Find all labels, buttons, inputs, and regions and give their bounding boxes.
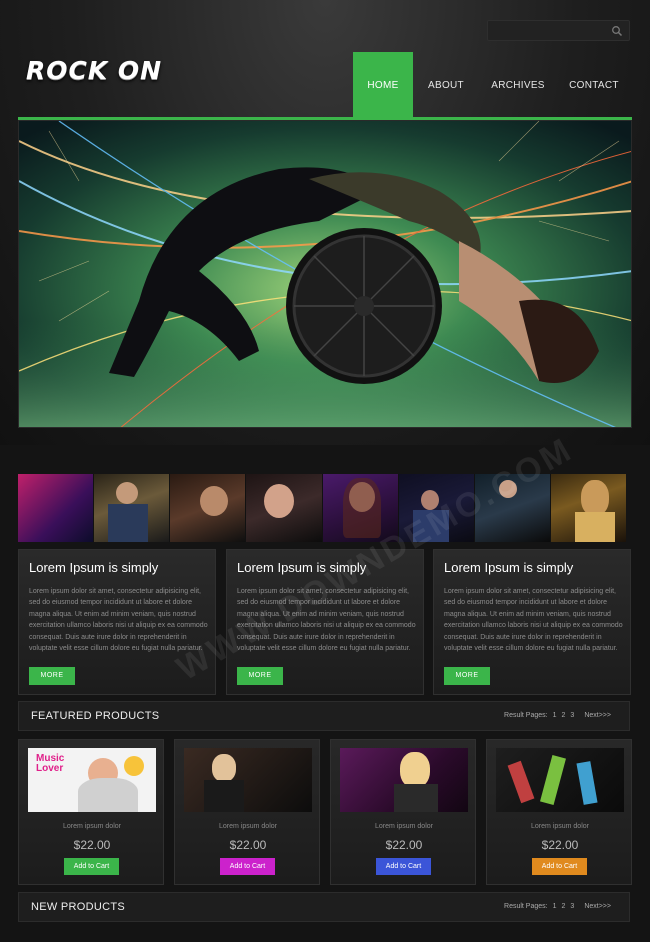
product-image[interactable] [496,748,624,812]
product-card: Music Lover Lorem ipsum dolor $22.00 Add… [18,739,164,885]
site-header: ROCK ON HOME ABOUT ARCHIVES CONTACT [0,0,650,445]
product-card: Lorem ipsum dolor $22.00 Add to Cart [486,739,632,885]
feature-card-title: Lorem Ipsum is simply [29,560,159,575]
page-link[interactable]: 2 [562,903,566,910]
product-price: $22.00 [541,838,579,852]
feature-card-body: Lorem ipsum dolor sit amet, consectetur … [444,588,623,653]
thumbnail-image[interactable] [94,474,171,542]
pager-label: Result Pages: [504,712,548,719]
thumbnail-image[interactable] [170,474,247,542]
next-page-link[interactable]: Next>>> [584,903,611,910]
page-link[interactable]: 2 [562,712,566,719]
add-to-cart-button[interactable]: Add to Cart [64,858,119,875]
product-price: $22.00 [385,838,423,852]
hero-image [19,121,631,427]
hero-banner [18,120,632,428]
section-title: FEATURED PRODUCTS [31,710,160,722]
page-link[interactable]: 3 [570,712,574,719]
thumbnail-image[interactable] [246,474,323,542]
nav-archives[interactable]: ARCHIVES [479,52,557,118]
add-to-cart-button[interactable]: Add to Cart [376,858,431,875]
product-image[interactable] [340,748,468,812]
search-input[interactable] [494,24,609,38]
pager-label: Result Pages: [504,903,548,910]
feature-card-body: Lorem ipsum dolor sit amet, consectetur … [29,588,208,653]
section-title: NEW PRODUCTS [31,901,126,913]
featured-products-header: FEATURED PRODUCTS Result Pages: 1 2 3 Ne… [18,701,630,731]
page-link[interactable]: 3 [570,903,574,910]
product-image[interactable] [184,748,312,812]
search-box[interactable] [487,20,630,41]
page-link[interactable]: 1 [553,712,557,719]
product-name: Lorem ipsum dolor [63,823,121,830]
new-products-header: NEW PRODUCTS Result Pages: 1 2 3 Next>>> [18,892,630,922]
product-name: Lorem ipsum dolor [375,823,433,830]
product-card: Lorem ipsum dolor $22.00 Add to Cart [330,739,476,885]
product-card: Lorem ipsum dolor $22.00 Add to Cart [174,739,320,885]
site-logo[interactable]: ROCK ON [26,56,162,85]
pagination: Result Pages: 1 2 3 Next>>> [499,712,611,719]
more-button[interactable]: MORE [29,667,75,685]
feature-card: Lorem Ipsum is simply Lorem ipsum dolor … [433,549,631,695]
nav-about[interactable]: ABOUT [413,52,479,118]
product-image[interactable]: Music Lover [28,748,156,812]
product-name: Lorem ipsum dolor [219,823,277,830]
product-name: Lorem ipsum dolor [531,823,589,830]
nav-contact[interactable]: CONTACT [557,52,631,118]
feature-card-title: Lorem Ipsum is simply [444,560,574,575]
thumbnail-image[interactable] [550,474,626,542]
thumbnail-image[interactable] [18,474,95,542]
product-price: $22.00 [229,838,267,852]
next-page-link[interactable]: Next>>> [584,712,611,719]
product-price: $22.00 [73,838,111,852]
pagination: Result Pages: 1 2 3 Next>>> [499,903,611,910]
main-nav: HOME ABOUT ARCHIVES CONTACT [353,52,631,118]
nav-home[interactable]: HOME [353,52,413,118]
add-to-cart-button[interactable]: Add to Cart [532,858,587,875]
more-button[interactable]: MORE [444,667,490,685]
add-to-cart-button[interactable]: Add to Cart [220,858,275,875]
search-icon[interactable] [611,25,623,37]
page-link[interactable]: 1 [553,903,557,910]
product-image-text: Music Lover [36,753,65,774]
more-button[interactable]: MORE [237,667,283,685]
